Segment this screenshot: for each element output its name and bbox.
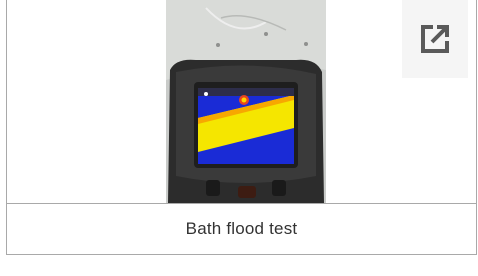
external-link-icon bbox=[421, 25, 449, 53]
thermal-camera-photo[interactable] bbox=[166, 0, 326, 203]
image-card: Bath flood test bbox=[6, 0, 477, 255]
open-image-button[interactable] bbox=[402, 0, 468, 78]
thermal-camera-illustration bbox=[166, 0, 326, 203]
image-caption: Bath flood test bbox=[185, 219, 298, 238]
image-area[interactable] bbox=[7, 0, 476, 204]
